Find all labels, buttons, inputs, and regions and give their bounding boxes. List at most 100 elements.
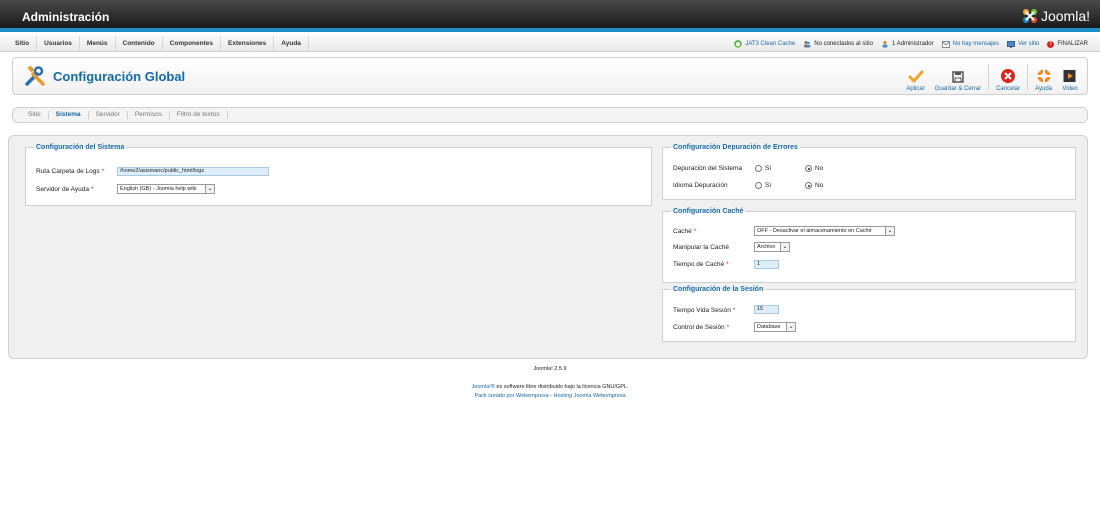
session-config-fieldset: Configuración de la Sesión Tiempo Vida S…: [662, 286, 1076, 342]
joomla-logo[interactable]: Joomla!: [1022, 8, 1090, 24]
toolbar-box: Configuración Global Aplicar Guardar & C…: [12, 57, 1088, 95]
cache-handler-select[interactable]: Archivo ⌄: [754, 242, 790, 252]
cache-handler-value: Archivo: [757, 244, 776, 250]
admin-title: Administración: [22, 10, 110, 24]
subtab-permisos[interactable]: Permisos: [128, 111, 170, 119]
footer-credits: Pack creado por Webempresa - Hosting Joo…: [0, 393, 1100, 399]
log-path-label: Ruta Carpeta de Logs: [36, 168, 100, 175]
cache-config-fieldset: Configuración Caché Caché * OFF - Desacti…: [662, 208, 1076, 283]
radio-circle: [755, 182, 762, 189]
config-subtabs: Sitio Sistema Servidor Permisos Filtro d…: [12, 107, 1088, 123]
debug-config-fieldset: Configuración Depuración de Errores Depu…: [662, 144, 1076, 200]
chevron-down-icon: ⌄: [205, 185, 214, 193]
log-path-input[interactable]: /home2/asismanc/public_html/logs: [117, 167, 269, 176]
visitors-label: No conectados al sitio: [814, 41, 873, 47]
system-debug-no-radio[interactable]: No: [805, 165, 823, 172]
cancel-button[interactable]: Cancelar: [991, 62, 1025, 92]
help-server-value: English (GB) - Joomla help wiki: [120, 186, 197, 192]
save-close-label: Guardar & Cerrar: [934, 86, 982, 92]
menu-menus[interactable]: Menús: [80, 36, 116, 52]
hosting-webempresa-link[interactable]: Hosting Joomla Webempresa: [554, 393, 626, 399]
cache-config-legend: Configuración Caché: [673, 208, 744, 215]
required-asterisk: *: [726, 261, 729, 268]
pack-webempresa-link[interactable]: Pack creado por Webempresa: [474, 393, 548, 399]
lang-debug-yes-radio[interactable]: Sí: [755, 182, 771, 189]
log-path-row: Ruta Carpeta de Logs *: [36, 168, 104, 175]
logout-icon: !: [1047, 40, 1055, 48]
cache-handler-label: Manipular la Caché: [673, 244, 730, 251]
cache-select[interactable]: OFF - Desactivar el almacenamiento en Ca…: [754, 226, 895, 236]
apply-button[interactable]: Aplicar: [901, 62, 929, 92]
video-label: Video: [1062, 86, 1078, 92]
help-button[interactable]: Ayuda: [1030, 62, 1057, 92]
session-lifetime-label: Tiempo Vida Sesión: [673, 307, 731, 314]
session-handler-row: Control de Sesión *: [673, 324, 729, 331]
required-asterisk: *: [726, 324, 730, 331]
recycle-icon: [734, 40, 743, 48]
lang-debug-no-radio[interactable]: No: [805, 182, 823, 189]
help-server-select[interactable]: English (GB) - Joomla help wiki ⌄: [117, 184, 215, 194]
joomla-logo-text: Joomla!: [1040, 8, 1090, 24]
lang-debug-row: Idioma Depuración: [673, 182, 728, 189]
menu-ayuda[interactable]: Ayuda: [274, 36, 309, 52]
messages-label: No hay mensajes: [952, 41, 999, 47]
view-site-link[interactable]: Ver sitio: [1006, 40, 1040, 48]
main-panel: Configuración del Sistema Ruta Carpeta d…: [8, 135, 1088, 359]
subtab-servidor[interactable]: Servidor: [89, 111, 128, 119]
session-config-legend: Configuración de la Sesión: [673, 286, 764, 293]
subtab-sistema[interactable]: Sistema: [49, 111, 89, 119]
cache-handler-row: Manipular la Caché: [673, 244, 729, 251]
apply-label: Aplicar: [906, 86, 925, 92]
session-handler-select[interactable]: Database ⌄: [754, 322, 796, 332]
chevron-down-icon: ⌄: [885, 227, 894, 235]
system-debug-yes-label: Sí: [765, 165, 772, 172]
chevron-down-icon: ⌄: [780, 243, 789, 251]
toolbar-buttons: Aplicar Guardar & Cerrar Cancelar Ayuda …: [901, 62, 1083, 92]
messages-link[interactable]: No hay mensajes: [941, 40, 999, 48]
admin-user-icon: [882, 40, 888, 48]
clean-cache-link[interactable]: JAT3 Clean Cache: [734, 40, 795, 48]
session-handler-label: Control de Sesión: [673, 324, 725, 331]
cache-time-input[interactable]: 1: [754, 260, 779, 269]
mail-icon: [941, 40, 950, 48]
help-server-label: Servidor de Ayuda: [36, 186, 89, 193]
menu-contenido[interactable]: Contenido: [116, 36, 163, 52]
menu-sitio[interactable]: Sitio: [8, 36, 38, 52]
footer-version: Joomla! 2.5.9: [533, 366, 567, 372]
view-site-label: Ver sitio: [1017, 41, 1040, 47]
clean-cache-label: JAT3 Clean Cache: [745, 41, 796, 47]
menu-usuarios[interactable]: Usuarios: [37, 36, 80, 52]
system-debug-label: Depuración del Sistema: [673, 165, 743, 172]
joomla-logo-icon: [1022, 9, 1037, 23]
main-menu-bar: Sitio Usuarios Menús Contenido Component…: [0, 36, 1100, 52]
subtab-sitio[interactable]: Sitio: [21, 111, 49, 119]
main-menu: Sitio Usuarios Menús Contenido Component…: [8, 36, 309, 52]
video-icon: [1063, 70, 1076, 82]
cache-time-row: Tiempo de Caché *: [673, 261, 729, 268]
session-lifetime-input[interactable]: 15: [754, 305, 779, 314]
status-bar: JAT3 Clean Cache No conectados al sitio …: [734, 36, 1088, 52]
system-debug-yes-radio[interactable]: Sí: [755, 165, 771, 172]
tools-icon: [25, 65, 45, 86]
required-asterisk: *: [732, 307, 736, 314]
subtab-filtro-textos[interactable]: Filtro de textos: [170, 111, 228, 119]
toolbar-divider: [988, 64, 990, 90]
required-asterisk: *: [693, 228, 697, 235]
lifebuoy-icon: [1037, 69, 1051, 83]
menu-extensiones[interactable]: Extensiones: [221, 36, 275, 52]
cancel-label: Cancelar: [996, 86, 1021, 92]
cache-value: OFF - Desactivar el almacenamiento en Ca…: [757, 228, 872, 234]
cache-time-label: Tiempo de Caché: [673, 261, 725, 268]
radio-circle-checked: [805, 182, 812, 189]
help-server-row: Servidor de Ayuda *: [36, 186, 94, 193]
video-button[interactable]: Video: [1057, 62, 1083, 92]
logout-label: FINALIZAR: [1057, 41, 1088, 47]
required-asterisk: *: [101, 168, 105, 175]
menu-componentes[interactable]: Componentes: [163, 36, 221, 52]
joomla-license-link[interactable]: Joomla!®: [472, 384, 495, 390]
save-close-button[interactable]: Guardar & Cerrar: [930, 62, 986, 92]
lang-debug-label: Idioma Depuración: [673, 182, 728, 189]
session-lifetime-row: Tiempo Vida Sesión *: [673, 307, 735, 314]
logout-link[interactable]: ! FINALIZAR: [1047, 40, 1088, 48]
system-config-fieldset: Configuración del Sistema Ruta Carpeta d…: [25, 144, 652, 206]
